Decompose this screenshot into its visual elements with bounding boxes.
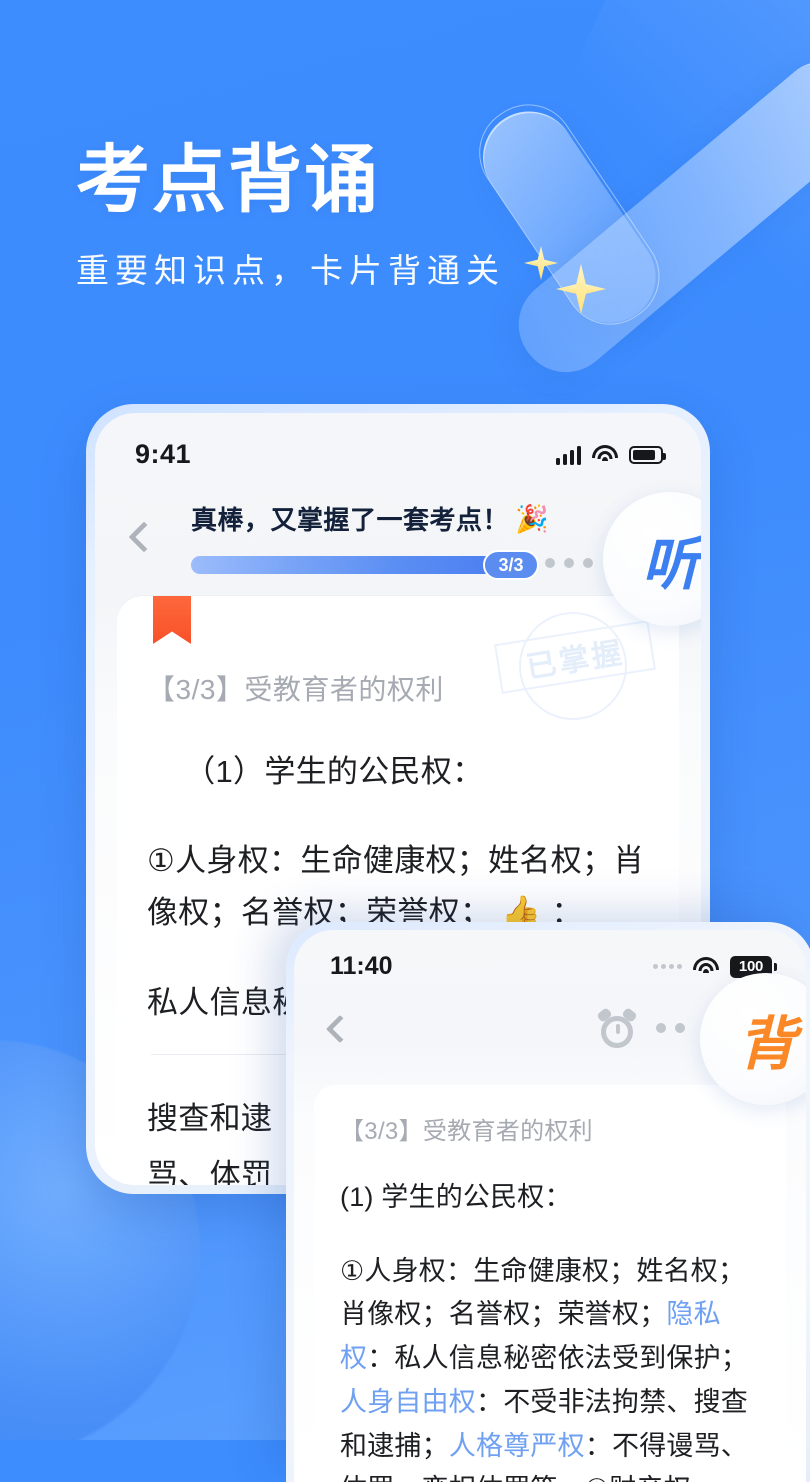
front-status-bar: 11:40 100 <box>294 930 806 981</box>
front-card-paragraph-1: (1) 学生的公民权： <box>340 1182 572 1212</box>
progress-bar-fill <box>191 556 509 574</box>
status-bar-time: 9:41 <box>135 439 192 469</box>
bookmark-icon[interactable] <box>153 596 191 644</box>
front-status-bar-time: 11:40 <box>330 952 393 980</box>
phone-mockup-reciting: 11:40 100 背 【3/3】受教育者的权利 (1) 学生的公民权： ①人身… <box>286 922 810 1482</box>
front-nav-bar: 背 <box>294 973 806 1105</box>
nav-title-text: 真棒，又掌握了一套考点！ <box>191 505 510 535</box>
sparkle-icon <box>556 264 606 314</box>
progress-bar[interactable]: 3/3 <box>191 550 539 580</box>
more-dots-icon[interactable] <box>656 1023 685 1033</box>
card-paragraph-1: （1）学生的公民权： <box>184 754 484 789</box>
sparkle-icon <box>524 246 558 280</box>
celebration-emoji-icon: 🎉 <box>515 503 550 534</box>
wifi-icon <box>592 445 618 464</box>
back-chevron-icon[interactable] <box>128 521 160 553</box>
front-card-title: 【3/3】受教育者的权利 <box>340 1118 593 1145</box>
wifi-icon <box>693 957 719 976</box>
alarm-clock-icon[interactable] <box>596 1007 638 1049</box>
cellular-dots-icon <box>653 964 682 969</box>
nav-title: 真棒，又掌握了一套考点！ 🎉 <box>191 500 549 537</box>
nav-bar: 真棒，又掌握了一套考点！ 🎉 3/3 听 <box>95 470 701 626</box>
body-text: ：私人信息秘密依法受到保护； <box>367 1343 749 1374</box>
hero-section: 考点背诵 重要知识点，卡片背通关 <box>76 140 505 292</box>
alarm-hand <box>616 1024 620 1034</box>
page-title: 考点背诵 <box>76 138 380 221</box>
front-card-body: ①人身权：生命健康权；姓名权；肖像权；名誉权；荣誉权；隐私权：私人信息秘密依法受… <box>340 1250 760 1482</box>
cellular-signal-icon <box>555 445 581 465</box>
status-bar-indicators <box>555 445 666 465</box>
page-subtitle: 重要知识点，卡片背通关 <box>76 251 505 289</box>
phone-screen-reciting: 11:40 100 背 【3/3】受教育者的权利 (1) 学生的公民权： ①人身… <box>294 930 806 1482</box>
back-chevron-icon[interactable] <box>325 1014 355 1044</box>
progress-badge: 3/3 <box>483 550 539 580</box>
mastered-stamp: 已掌握 <box>491 602 661 722</box>
highlighted-term[interactable]: 人身自由权 <box>340 1387 476 1417</box>
battery-icon <box>629 445 666 464</box>
status-bar: 9:41 <box>95 413 701 470</box>
highlighted-term[interactable]: 人格尊严权 <box>449 1431 585 1461</box>
more-dots-icon[interactable] <box>545 558 593 568</box>
front-knowledge-card: 【3/3】受教育者的权利 (1) 学生的公民权： ①人身权：生命健康权；姓名权；… <box>314 1085 786 1482</box>
